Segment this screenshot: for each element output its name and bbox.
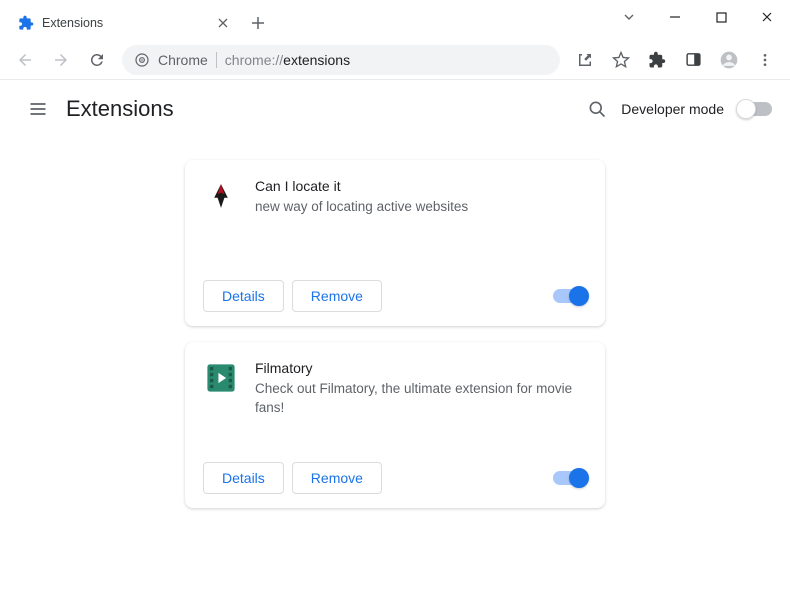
omnibox-divider — [216, 52, 217, 68]
extension-enable-toggle[interactable] — [553, 471, 587, 485]
address-bar[interactable]: Chrome chrome://extensions — [122, 45, 560, 75]
profile-avatar-icon[interactable] — [712, 43, 746, 77]
extension-name: Can I locate it — [255, 178, 587, 194]
page-header: Extensions Developer mode — [0, 80, 790, 138]
extension-name: Filmatory — [255, 360, 587, 376]
window-minimize-icon[interactable] — [652, 0, 698, 34]
extensions-puzzle-icon[interactable] — [640, 43, 674, 77]
remove-button[interactable]: Remove — [292, 280, 382, 312]
reload-button[interactable] — [80, 43, 114, 77]
sidepanel-icon[interactable] — [676, 43, 710, 77]
extension-icon — [203, 360, 239, 396]
share-icon[interactable] — [568, 43, 602, 77]
kebab-menu-icon[interactable] — [748, 43, 782, 77]
extension-description: Check out Filmatory, the ultimate extens… — [255, 380, 587, 418]
chrome-lock-icon — [134, 52, 150, 68]
back-button[interactable] — [8, 43, 42, 77]
tab-close-icon[interactable] — [218, 18, 228, 28]
extension-enable-toggle[interactable] — [553, 289, 587, 303]
omnibox-scheme: chrome:// — [225, 52, 283, 68]
extension-card: Filmatory Check out Filmatory, the ultima… — [185, 342, 605, 508]
hamburger-menu-icon[interactable] — [18, 89, 58, 129]
window-dropdown-icon[interactable] — [606, 0, 652, 34]
browser-toolbar: Chrome chrome://extensions — [0, 40, 790, 80]
remove-button[interactable]: Remove — [292, 462, 382, 494]
extension-icon — [203, 178, 239, 214]
details-button[interactable]: Details — [203, 280, 284, 312]
forward-button[interactable] — [44, 43, 78, 77]
extension-description: new way of locating active websites — [255, 198, 587, 217]
search-icon[interactable] — [587, 99, 607, 119]
omnibox-host: Chrome — [158, 52, 208, 68]
extension-card: Can I locate it new way of locating activ… — [185, 160, 605, 326]
developer-mode-label: Developer mode — [621, 101, 724, 117]
browser-tab[interactable]: Extensions — [8, 6, 238, 40]
new-tab-button[interactable] — [244, 9, 272, 37]
tab-title: Extensions — [42, 16, 210, 30]
extension-puzzle-icon — [18, 15, 34, 31]
window-maximize-icon[interactable] — [698, 0, 744, 34]
window-close-icon[interactable] — [744, 0, 790, 34]
developer-mode-toggle[interactable] — [738, 102, 772, 116]
details-button[interactable]: Details — [203, 462, 284, 494]
page-title: Extensions — [66, 96, 174, 122]
omnibox-path: extensions — [283, 52, 350, 68]
bookmark-star-icon[interactable] — [604, 43, 638, 77]
